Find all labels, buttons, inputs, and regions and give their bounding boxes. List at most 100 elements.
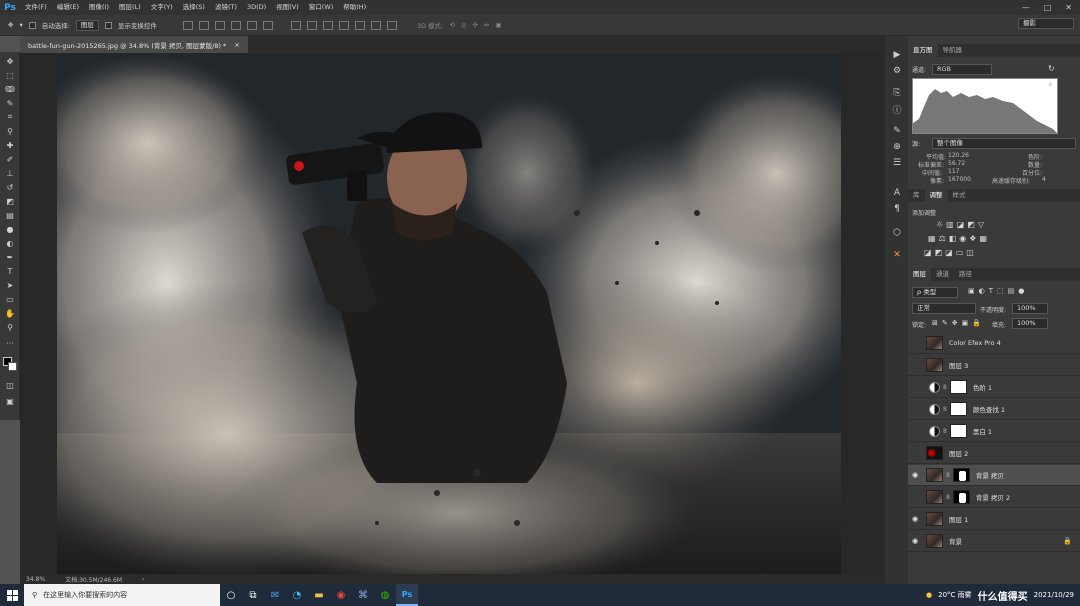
align-hcenter-icon[interactable] bbox=[246, 20, 257, 30]
link-icon[interactable]: 8 bbox=[946, 472, 950, 479]
layer-row[interactable]: Color Efex Pro 4 bbox=[908, 333, 1080, 354]
hue-saturation-icon[interactable]: ▦ bbox=[928, 234, 936, 243]
layer-row[interactable]: 8 色阶 1 bbox=[908, 377, 1080, 398]
filter-pixel-icon[interactable]: ▣ bbox=[968, 287, 975, 295]
align-top-icon[interactable] bbox=[182, 20, 193, 30]
layer-thumbnail[interactable] bbox=[926, 512, 943, 526]
3d-pan-icon[interactable]: ✣ bbox=[472, 21, 477, 29]
link-icon[interactable]: 8 bbox=[943, 406, 947, 413]
vibrance-icon[interactable]: ▽ bbox=[978, 220, 984, 229]
workspace-dropdown[interactable]: 摄影 bbox=[1018, 18, 1074, 29]
lock-transparent-icon[interactable]: ⊠ bbox=[932, 319, 938, 327]
link-icon[interactable]: 8 bbox=[946, 494, 950, 501]
filter-type-icon[interactable]: T bbox=[989, 287, 993, 295]
close-tab-icon[interactable]: × bbox=[234, 41, 239, 49]
task-view-icon[interactable]: ⧉ bbox=[242, 584, 264, 606]
mail-icon[interactable]: ✉ bbox=[264, 584, 286, 606]
brightness-icon[interactable]: ☼ bbox=[936, 220, 943, 229]
adjustment-icon[interactable] bbox=[929, 403, 940, 415]
3d-icon[interactable]: ⬡ bbox=[890, 226, 904, 240]
black-white-icon[interactable]: ◧ bbox=[949, 234, 957, 243]
layer-mask-thumbnail[interactable] bbox=[949, 402, 967, 416]
menu-3d[interactable]: 3D(D) bbox=[242, 0, 271, 15]
layer-row[interactable]: ◉ 背景 🔒 bbox=[908, 531, 1080, 552]
source-dropdown[interactable]: 整个图像 bbox=[932, 138, 1076, 149]
distribute-left-icon[interactable] bbox=[338, 20, 349, 30]
blend-mode-dropdown[interactable]: 正常 bbox=[912, 303, 976, 314]
tab-styles[interactable]: 样式 bbox=[948, 189, 971, 202]
layer-mask-thumbnail[interactable] bbox=[949, 424, 967, 438]
menu-select[interactable]: 选择(S) bbox=[178, 0, 210, 15]
3d-slide-icon[interactable]: ⇔ bbox=[484, 21, 489, 29]
auto-select-dropdown[interactable]: 图层 bbox=[75, 19, 99, 31]
layer-row[interactable]: 图层 3 bbox=[908, 355, 1080, 376]
fill-input[interactable]: 100% bbox=[1012, 318, 1048, 329]
zoom-level[interactable]: 34.8% bbox=[26, 576, 45, 583]
info-icon[interactable]: ⓘ bbox=[890, 102, 904, 116]
tab-navigator[interactable]: 导航器 bbox=[938, 44, 968, 57]
visibility-eye-icon[interactable]: ◉ bbox=[908, 515, 922, 523]
auto-align-icon[interactable] bbox=[386, 20, 397, 30]
menu-file[interactable]: 文件(F) bbox=[20, 0, 52, 15]
weather-icon[interactable]: ● bbox=[926, 591, 932, 599]
play-icon[interactable]: ▶ bbox=[890, 48, 904, 62]
tab-histogram[interactable]: 直方图 bbox=[908, 44, 938, 57]
posterize-icon[interactable]: ◩ bbox=[935, 248, 943, 257]
3d-roll-icon[interactable]: ◎ bbox=[461, 21, 467, 29]
layer-name[interactable]: 背景 bbox=[949, 536, 962, 546]
start-button[interactable] bbox=[0, 584, 24, 606]
marquee-tool-icon[interactable]: ⬚ bbox=[3, 68, 17, 82]
quick-mask-icon[interactable]: ◫ bbox=[3, 378, 17, 392]
tab-layers[interactable]: 图层 bbox=[908, 268, 931, 281]
filter-smart-icon[interactable]: ▤ bbox=[1008, 287, 1015, 295]
clock-date[interactable]: 2021/10/29 bbox=[1034, 591, 1074, 599]
tab-libraries[interactable]: 库 bbox=[908, 189, 925, 202]
more-tools-icon[interactable]: ··· bbox=[3, 336, 17, 350]
menu-window[interactable]: 窗口(W) bbox=[304, 0, 339, 15]
link-icon[interactable]: 8 bbox=[943, 428, 947, 435]
app-icon[interactable]: ⌘ bbox=[352, 584, 374, 606]
blur-tool-icon[interactable]: ● bbox=[3, 222, 17, 236]
distribute-bottom-icon[interactable] bbox=[322, 20, 333, 30]
move-tool-icon[interactable]: ✥ bbox=[8, 21, 13, 29]
menu-type[interactable]: 文字(Y) bbox=[146, 0, 178, 15]
tab-paths[interactable]: 路径 bbox=[954, 268, 977, 281]
close-button[interactable]: ✕ bbox=[1065, 3, 1072, 12]
adjustment-icon[interactable] bbox=[929, 425, 940, 437]
tool-preset-dropdown[interactable]: ▾ bbox=[19, 21, 22, 29]
history-icon[interactable]: ⎘ bbox=[890, 86, 904, 100]
photoshop-taskbar-icon[interactable]: Ps bbox=[396, 584, 418, 606]
layer-name[interactable]: 色阶 1 bbox=[973, 382, 992, 392]
gradient-tool-icon[interactable]: ▤ bbox=[3, 208, 17, 222]
lasso-tool-icon[interactable]: ↂ bbox=[3, 82, 17, 96]
layer-name[interactable]: Color Efex Pro 4 bbox=[949, 339, 1001, 347]
exposure-icon[interactable]: ◩ bbox=[967, 220, 975, 229]
adjustment-icon[interactable] bbox=[929, 381, 940, 393]
file-explorer-icon[interactable]: ▬ bbox=[308, 584, 330, 606]
filter-shape-icon[interactable]: ⬚ bbox=[997, 287, 1004, 295]
layer-thumbnail[interactable] bbox=[926, 336, 943, 350]
color-lookup-icon[interactable]: ▦ bbox=[979, 234, 987, 243]
taskbar-search[interactable]: ⚲ 在这里输入你要搜索的内容 bbox=[24, 584, 220, 606]
filter-adjust-icon[interactable]: ◐ bbox=[979, 287, 985, 295]
auto-select-checkbox[interactable] bbox=[28, 21, 36, 29]
tab-channels[interactable]: 通道 bbox=[931, 268, 954, 281]
layer-mask-thumbnail[interactable] bbox=[952, 490, 970, 504]
3d-orbit-icon[interactable]: ⟲ bbox=[449, 21, 454, 29]
layer-name[interactable]: 颜色查找 1 bbox=[973, 404, 1005, 414]
layer-name[interactable]: 图层 3 bbox=[949, 360, 968, 370]
layer-name[interactable]: 背景 拷贝 2 bbox=[976, 492, 1010, 502]
quick-select-tool-icon[interactable]: ✎ bbox=[3, 96, 17, 110]
layer-thumbnail[interactable] bbox=[926, 490, 943, 504]
align-right-icon[interactable] bbox=[262, 20, 273, 30]
layer-row[interactable]: 8 黑白 1 bbox=[908, 421, 1080, 442]
screen-mode-icon[interactable]: ▣ bbox=[3, 394, 17, 408]
layer-row[interactable]: 图层 2 bbox=[908, 443, 1080, 464]
clone-source-icon[interactable]: ⊕ bbox=[890, 140, 904, 154]
color-balance-icon[interactable]: ⚖ bbox=[939, 234, 946, 243]
channel-mixer-icon[interactable]: ❖ bbox=[969, 234, 976, 243]
curves-icon[interactable]: ◪ bbox=[957, 220, 965, 229]
chrome-icon[interactable]: ◉ bbox=[330, 584, 352, 606]
eraser-tool-icon[interactable]: ◩ bbox=[3, 194, 17, 208]
distribute-hcenter-icon[interactable] bbox=[354, 20, 365, 30]
